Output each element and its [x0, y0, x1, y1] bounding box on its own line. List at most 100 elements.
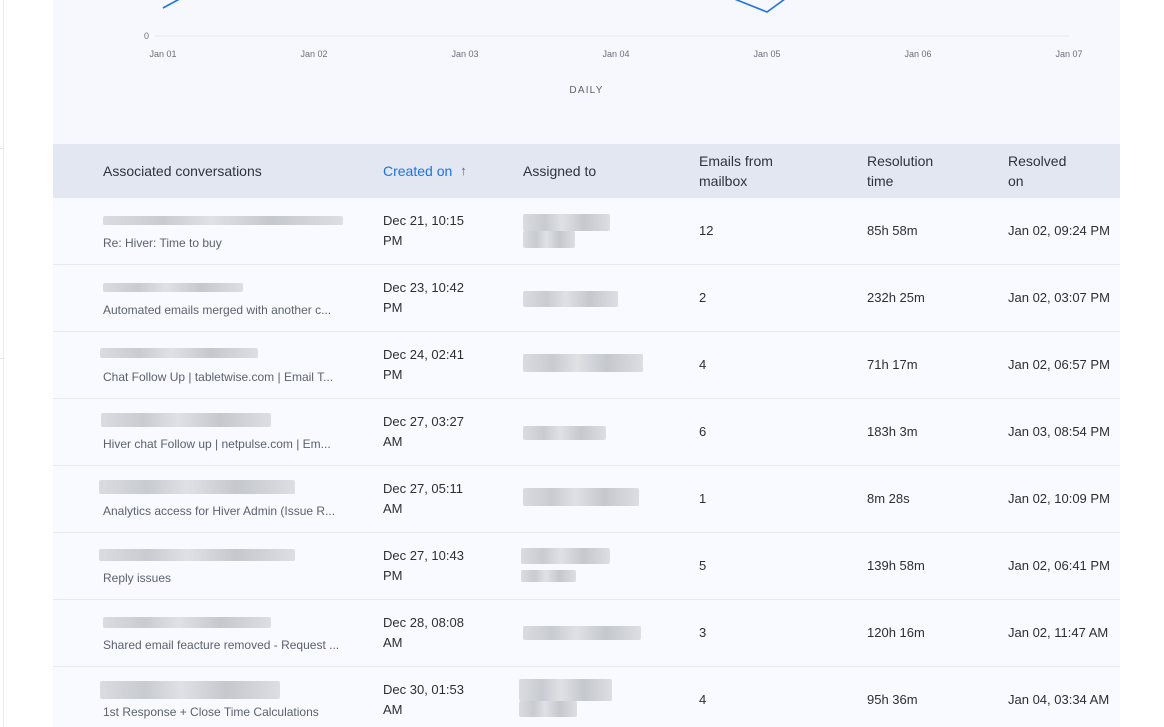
created-on-cell: Dec 30, 01:53 AM: [383, 680, 493, 720]
x-tick-label: Jan 02: [300, 49, 327, 59]
conversation-subject[interactable]: Chat Follow Up | tabletwise.com | Email …: [103, 370, 348, 384]
resolved-on: Jan 03, 08:54 PM: [1008, 424, 1110, 439]
x-tick-label: Jan 01: [149, 49, 176, 59]
column-header-line: time: [867, 173, 894, 189]
column-header-line: Resolved: [1008, 153, 1067, 169]
created-on-cell: Dec 21, 10:15 PM: [383, 211, 493, 251]
created-ampm: PM: [383, 300, 403, 315]
column-header-label: Resolved on: [1008, 151, 1066, 191]
table-row[interactable]: Automated emails merged with another c..…: [53, 265, 1120, 332]
emails-count: 12: [699, 223, 714, 238]
resolved-on: Jan 02, 11:47 AM: [1008, 625, 1109, 640]
emails-count: 4: [699, 357, 707, 372]
resolution-time: 85h 58m: [867, 223, 918, 238]
column-header-emails[interactable]: Emails from mailbox: [699, 144, 773, 198]
x-tick-label: Jan 04: [602, 49, 629, 59]
resolution-time: 120h 16m: [867, 625, 925, 640]
resolved-on: Jan 02, 06:57 PM: [1008, 357, 1110, 372]
table-row[interactable]: Hiver chat Follow up | netpulse.com | Em…: [53, 399, 1120, 466]
created-date: Dec 23, 10:42: [383, 280, 464, 295]
created-date: Dec 21, 10:15: [383, 213, 464, 228]
created-on-cell: Dec 27, 03:27 AM: [383, 412, 493, 452]
redacted-assignee: [523, 488, 639, 506]
created-date: Dec 28, 08:08: [383, 615, 464, 630]
column-header-line: mailbox: [699, 173, 748, 189]
created-on-cell: Dec 28, 08:08 AM: [383, 613, 493, 653]
x-tick-label: Jan 05: [753, 49, 780, 59]
created-date: Dec 27, 05:11: [383, 481, 463, 496]
conversations-table: Associated conversations Created on ↑ As…: [53, 144, 1120, 727]
redacted-assignee: [521, 548, 610, 564]
column-header-label: Emails from mailbox: [699, 151, 773, 191]
column-header-resolution-time[interactable]: Resolution time: [867, 144, 933, 198]
x-axis-title: DAILY: [569, 85, 604, 96]
created-date: Dec 30, 01:53: [383, 682, 464, 697]
created-ampm: AM: [383, 434, 403, 449]
conversation-subject[interactable]: Hiver chat Follow up | netpulse.com | Em…: [103, 437, 348, 451]
table-row[interactable]: Reply issues Dec 27, 10:43 PM 5 139h 58m …: [53, 533, 1120, 600]
redacted-assignee: [519, 701, 577, 717]
resolved-on: Jan 02, 06:41 PM: [1008, 558, 1110, 573]
column-header-line: Emails from: [699, 153, 773, 169]
table-row[interactable]: 1st Response + Close Time Calculations D…: [53, 667, 1120, 727]
resolved-on: Jan 02, 10:09 PM: [1008, 491, 1110, 506]
arrow-up-icon[interactable]: ↑: [460, 161, 467, 181]
emails-count: 2: [699, 290, 707, 305]
resolution-time: 8m 28s: [867, 491, 910, 506]
created-date: Dec 24, 02:41: [383, 347, 464, 362]
table-row[interactable]: Chat Follow Up | tabletwise.com | Email …: [53, 332, 1120, 399]
column-header-label: Assigned to: [523, 163, 597, 179]
conversation-subject[interactable]: 1st Response + Close Time Calculations: [103, 705, 348, 719]
series-line-segment: [162, 0, 180, 9]
analytics-report: 0 Jan 01 Jan 02 Jan 03 Jan 04 Jan 05 Jan 06 Jan…: [0, 0, 1164, 727]
created-on-cell: Dec 27, 10:43 PM: [383, 546, 493, 586]
x-tick-label: Jan 06: [904, 49, 931, 59]
redacted-sender: [103, 283, 243, 292]
column-header-assigned-to[interactable]: Assigned to: [523, 144, 596, 198]
redacted-assignee: [521, 570, 576, 582]
redacted-sender: [99, 480, 295, 494]
table-row[interactable]: Shared email feacture removed - Request …: [53, 600, 1120, 667]
created-ampm: AM: [383, 635, 403, 650]
conversation-subject[interactable]: Reply issues: [103, 571, 348, 585]
resolved-on: Jan 04, 03:34 AM: [1008, 692, 1110, 707]
conversation-subject[interactable]: Analytics access for Hiver Admin (Issue …: [103, 504, 348, 518]
conversation-subject[interactable]: Shared email feacture removed - Request …: [103, 638, 348, 652]
sidebar-divider: [0, 358, 4, 359]
series-line-segment: [734, 0, 785, 13]
column-header-resolved-on[interactable]: Resolved on: [1008, 144, 1066, 198]
redacted-assignee: [523, 231, 575, 248]
column-header-label: Associated conversations: [103, 163, 262, 179]
redacted-assignee: [523, 354, 643, 372]
emails-count: 5: [699, 558, 707, 573]
emails-count: 3: [699, 625, 707, 640]
redacted-sender: [99, 549, 295, 561]
resolution-time: 71h 17m: [867, 357, 918, 372]
resolved-on: Jan 02, 09:24 PM: [1008, 223, 1110, 238]
resolution-time: 183h 3m: [867, 424, 918, 439]
resolution-time: 232h 25m: [867, 290, 925, 305]
chart-svg: 0Jan 01 Jan 02 Jan 03 Jan 04 Jan 05 Jan 06 Jan…: [144, 0, 1083, 59]
conversation-subject[interactable]: Re: Hiver: Time to buy: [103, 236, 348, 250]
redacted-sender: [101, 413, 271, 427]
table-row[interactable]: Analytics access for Hiver Admin (Issue …: [53, 466, 1120, 533]
created-ampm: AM: [383, 702, 403, 717]
sidebar-edge: [0, 0, 4, 727]
redacted-sender: [103, 216, 343, 225]
created-date: Dec 27, 03:27: [383, 414, 464, 429]
redacted-sender: [100, 681, 280, 699]
table-row[interactable]: Re: Hiver: Time to buy Dec 21, 10:15 PM 1…: [53, 198, 1120, 265]
daily-line-chart: 0 Jan 01 Jan 02 Jan 03 Jan 04 Jan 05 Jan 06 Jan…: [53, 0, 1120, 144]
conversation-subject[interactable]: Automated emails merged with another c..…: [103, 303, 348, 317]
column-header-line: Resolution: [867, 153, 934, 169]
emails-count: 1: [699, 491, 707, 506]
resolution-time: 139h 58m: [867, 558, 925, 573]
created-on-cell: Dec 27, 05:11 AM: [383, 479, 493, 519]
column-header-created-on[interactable]: Created on ↑: [383, 144, 467, 198]
redacted-assignee: [523, 426, 606, 440]
column-header-conversations[interactable]: Associated conversations: [103, 144, 262, 198]
column-header-label: Created on: [383, 163, 453, 179]
redacted-sender: [100, 348, 258, 358]
redacted-assignee: [523, 214, 610, 231]
redacted-sender: [103, 617, 271, 628]
